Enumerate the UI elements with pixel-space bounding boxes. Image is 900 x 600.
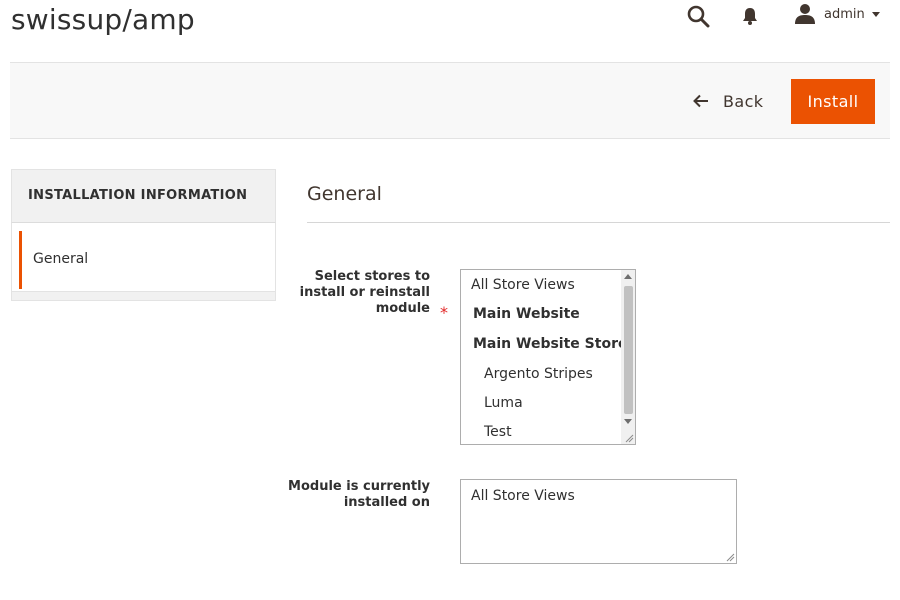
sidebar-heading: INSTALLATION INFORMATION — [11, 169, 276, 223]
stores-field-label: Select stores to install or reinstall mo… — [299, 269, 430, 316]
scrollbar-thumb[interactable] — [624, 286, 633, 414]
admin-account-menu[interactable]: admin — [794, 3, 881, 25]
store-option[interactable]: Test — [484, 424, 512, 440]
installed-on-value: All Store Views — [471, 488, 575, 504]
store-option[interactable]: Main Website — [473, 306, 580, 322]
store-option[interactable]: Luma — [484, 395, 523, 411]
page-title: swissup/amp — [11, 3, 195, 36]
store-option[interactable]: Argento Stripes — [484, 366, 593, 382]
resize-grip-icon[interactable] — [625, 434, 634, 443]
scroll-up-arrow-icon[interactable] — [624, 274, 632, 279]
active-tab-indicator — [19, 231, 22, 289]
scrollbar[interactable] — [621, 270, 635, 444]
back-label: Back — [723, 91, 764, 111]
stores-multiselect[interactable]: All Store Views Main Website Main Websit… — [460, 269, 636, 445]
bell-icon[interactable] — [740, 6, 760, 26]
install-button[interactable]: Install — [791, 79, 875, 124]
search-icon[interactable] — [686, 4, 710, 28]
required-indicator: * — [440, 303, 448, 322]
back-button[interactable]: Back — [693, 79, 763, 123]
installed-on-textarea[interactable]: All Store Views — [460, 479, 737, 564]
store-option[interactable]: Main Website Store — [473, 336, 627, 352]
user-icon — [795, 4, 815, 24]
admin-username: admin — [824, 6, 865, 22]
sidebar-item-general[interactable]: General — [11, 223, 276, 291]
sidebar-item-label: General — [33, 251, 89, 267]
sidebar-footer — [11, 291, 276, 301]
caret-down-icon — [871, 12, 880, 17]
section-title: General — [307, 183, 382, 205]
scroll-down-arrow-icon[interactable] — [624, 419, 632, 424]
store-option[interactable]: All Store Views — [471, 277, 575, 293]
back-arrow-icon — [693, 94, 708, 108]
resize-grip-icon[interactable] — [726, 553, 735, 562]
installed-field-label: Module is currently installed on — [288, 479, 430, 510]
sidebar: INSTALLATION INFORMATION General — [11, 169, 276, 301]
section-divider — [307, 222, 890, 223]
page-actions-bar: Back Install — [10, 62, 890, 139]
